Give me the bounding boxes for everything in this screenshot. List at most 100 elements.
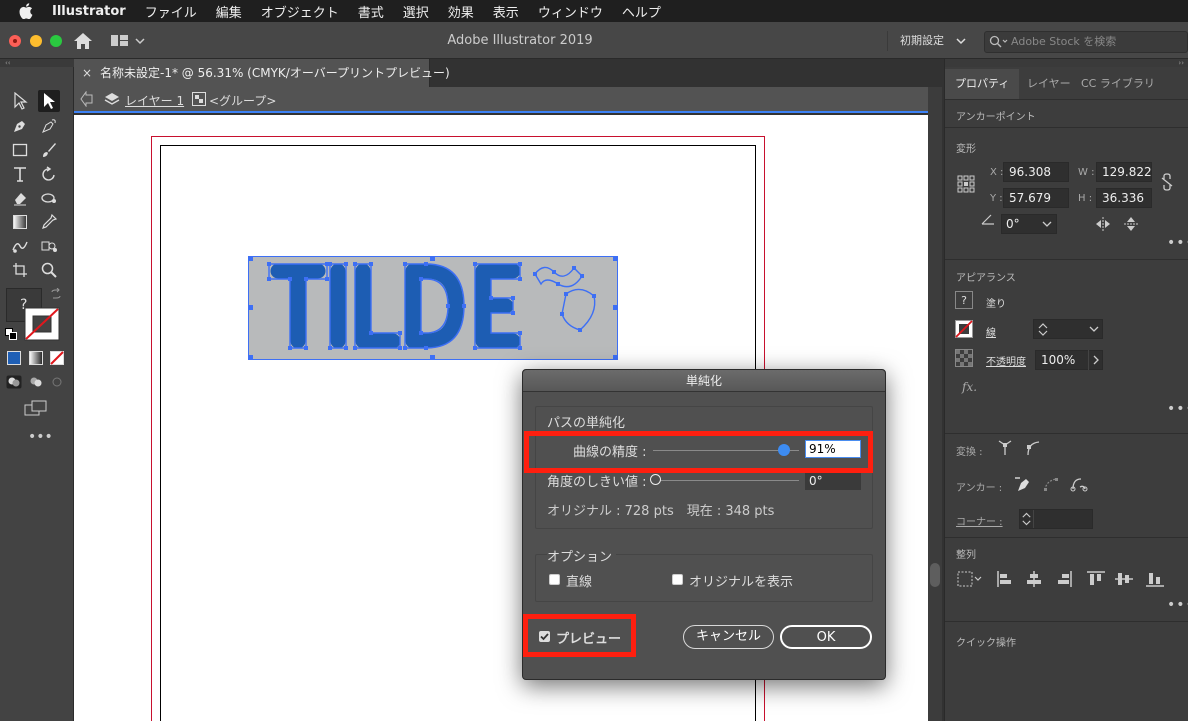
corner-radius-input[interactable] <box>1019 509 1093 529</box>
color-mode-icon[interactable] <box>7 351 21 368</box>
width-tool-icon[interactable] <box>38 187 60 209</box>
blend-tool-icon[interactable] <box>9 235 31 257</box>
fill-label: 塗り <box>986 299 1006 310</box>
workspace-preset-dropdown[interactable]: 初期設定 <box>887 31 975 51</box>
convert-to-smooth-icon[interactable] <box>1025 439 1041 457</box>
default-fill-stroke-icon[interactable] <box>5 328 17 343</box>
paintbrush-tool-icon[interactable] <box>38 139 60 161</box>
gradient-tool-icon[interactable] <box>9 211 31 233</box>
w-input[interactable]: 129.822 <box>1096 162 1152 182</box>
appearance-more-button[interactable]: ••• <box>1167 401 1188 417</box>
tab-properties[interactable]: プロパティ <box>945 69 1019 99</box>
canvas-vertical-scrollbar[interactable] <box>928 87 942 721</box>
tools-collapse-handle[interactable]: ‹‹ <box>0 59 74 67</box>
stepper-icon[interactable] <box>1020 510 1034 528</box>
remove-anchor-icon[interactable] <box>1014 475 1032 493</box>
connect-endpoints-icon[interactable] <box>1042 475 1060 493</box>
ok-button[interactable]: OK <box>780 625 872 649</box>
chevron-right-icon[interactable] <box>1088 350 1102 370</box>
flip-horizontal-icon[interactable] <box>1095 217 1111 231</box>
pen-tool-icon[interactable] <box>9 115 31 137</box>
stroke-none-swatch[interactable] <box>955 320 973 338</box>
rotate-angle-dropdown[interactable]: 0° <box>1001 214 1057 234</box>
type-tool-icon[interactable] <box>9 163 31 185</box>
tab-layers[interactable]: レイヤー <box>1027 69 1071 99</box>
stepper-icon[interactable] <box>1034 320 1052 338</box>
screen-mode-icon[interactable] <box>24 400 48 419</box>
align-horizontal-center-icon[interactable] <box>1025 571 1043 587</box>
corner-label[interactable]: コーナー : <box>956 513 1003 528</box>
close-icon[interactable]: × <box>82 59 92 87</box>
stroke-label[interactable]: 線 <box>986 324 996 339</box>
none-mode-icon[interactable] <box>50 351 64 368</box>
opacity-input[interactable]: 100% <box>1035 350 1103 370</box>
properties-collapse-handle[interactable]: ›› <box>945 59 1188 67</box>
x-input[interactable]: 96.308 <box>1003 162 1069 182</box>
search-icon <box>989 35 1009 56</box>
y-input[interactable]: 57.679 <box>1003 188 1069 208</box>
menu-edit[interactable]: 編集 <box>216 2 242 21</box>
more-tools-button[interactable]: ••• <box>28 429 53 445</box>
menu-view[interactable]: 表示 <box>493 2 519 21</box>
back-arrow-icon[interactable] <box>80 90 94 110</box>
cut-path-icon[interactable] <box>1070 475 1088 493</box>
menu-app-name[interactable]: Illustrator <box>52 4 126 19</box>
menu-effect[interactable]: 効果 <box>448 2 474 21</box>
align-more-button[interactable]: ••• <box>1167 597 1188 613</box>
angle-threshold-slider-handle[interactable] <box>650 474 661 485</box>
stroke-swatch[interactable] <box>24 307 60 341</box>
y-label: Y : <box>990 193 1003 204</box>
menu-window[interactable]: ウィンドウ <box>538 2 603 21</box>
artboard-tool-icon[interactable] <box>9 259 31 281</box>
swap-fill-stroke-icon[interactable] <box>50 287 62 303</box>
stroke-weight-field[interactable] <box>1033 319 1103 339</box>
gradient-mode-icon[interactable] <box>29 351 43 368</box>
curvature-tool-icon[interactable] <box>38 115 60 137</box>
menu-help[interactable]: ヘルプ <box>622 2 661 21</box>
rotate-tool-icon[interactable] <box>38 163 60 185</box>
straight-lines-checkbox[interactable] <box>549 574 560 585</box>
apple-icon[interactable] <box>18 3 34 19</box>
selected-artwork-group[interactable] <box>248 256 618 360</box>
opacity-label[interactable]: 不透明度 <box>986 353 1026 368</box>
menu-file[interactable]: ファイル <box>145 2 197 21</box>
align-vertical-center-icon[interactable] <box>1115 571 1133 587</box>
align-right-icon[interactable] <box>1055 571 1073 587</box>
show-original-checkbox[interactable] <box>672 574 683 585</box>
draw-normal-icon[interactable] <box>6 375 22 392</box>
angle-threshold-slider[interactable] <box>658 480 799 481</box>
constrain-proportions-icon[interactable] <box>1160 173 1174 191</box>
angle-threshold-input[interactable]: 0° <box>805 472 861 490</box>
document-tab[interactable]: × 名称未設定-1* @ 56.31% (CMYK/オーバープリントプレビュー) <box>74 59 450 87</box>
align-bottom-icon[interactable] <box>1146 571 1164 587</box>
scrollbar-thumb[interactable] <box>930 563 940 587</box>
fx-button[interactable]: fx. <box>962 380 977 394</box>
symbol-sprayer-tool-icon[interactable] <box>38 235 60 257</box>
reference-point-icon[interactable] <box>957 175 975 193</box>
align-top-icon[interactable] <box>1087 571 1105 587</box>
convert-to-corner-icon[interactable] <box>997 439 1013 457</box>
cancel-button[interactable]: キャンセル <box>683 625 774 649</box>
rectangle-tool-icon[interactable] <box>9 139 31 161</box>
menu-object[interactable]: オブジェクト <box>261 2 339 21</box>
show-original-label: オリジナルを表示 <box>689 575 794 590</box>
draw-inside-icon[interactable] <box>49 375 65 392</box>
selection-tool-icon[interactable] <box>9 90 31 112</box>
tab-cc-libraries[interactable]: CC ライブラリ <box>1081 69 1155 99</box>
transform-more-button[interactable]: ••• <box>1167 235 1188 251</box>
h-input[interactable]: 36.336 <box>1096 188 1152 208</box>
flip-vertical-icon[interactable] <box>1124 216 1138 232</box>
align-to-icon[interactable] <box>957 571 985 587</box>
align-left-icon[interactable] <box>996 571 1014 587</box>
menu-select[interactable]: 選択 <box>403 2 429 21</box>
direct-selection-tool-icon[interactable] <box>38 90 60 112</box>
breadcrumb-group[interactable]: <グループ> <box>209 92 276 109</box>
zoom-tool-icon[interactable] <box>38 259 60 281</box>
draw-behind-icon[interactable] <box>28 375 44 392</box>
eyedropper-tool-icon[interactable] <box>38 211 60 233</box>
breadcrumb-layer[interactable]: レイヤー 1 <box>125 92 184 109</box>
fill-unknown-swatch[interactable]: ? <box>955 291 973 309</box>
menu-type[interactable]: 書式 <box>358 2 384 21</box>
eraser-tool-icon[interactable] <box>9 187 31 209</box>
stock-search-input[interactable]: Adobe Stock を検索 <box>984 31 1188 53</box>
